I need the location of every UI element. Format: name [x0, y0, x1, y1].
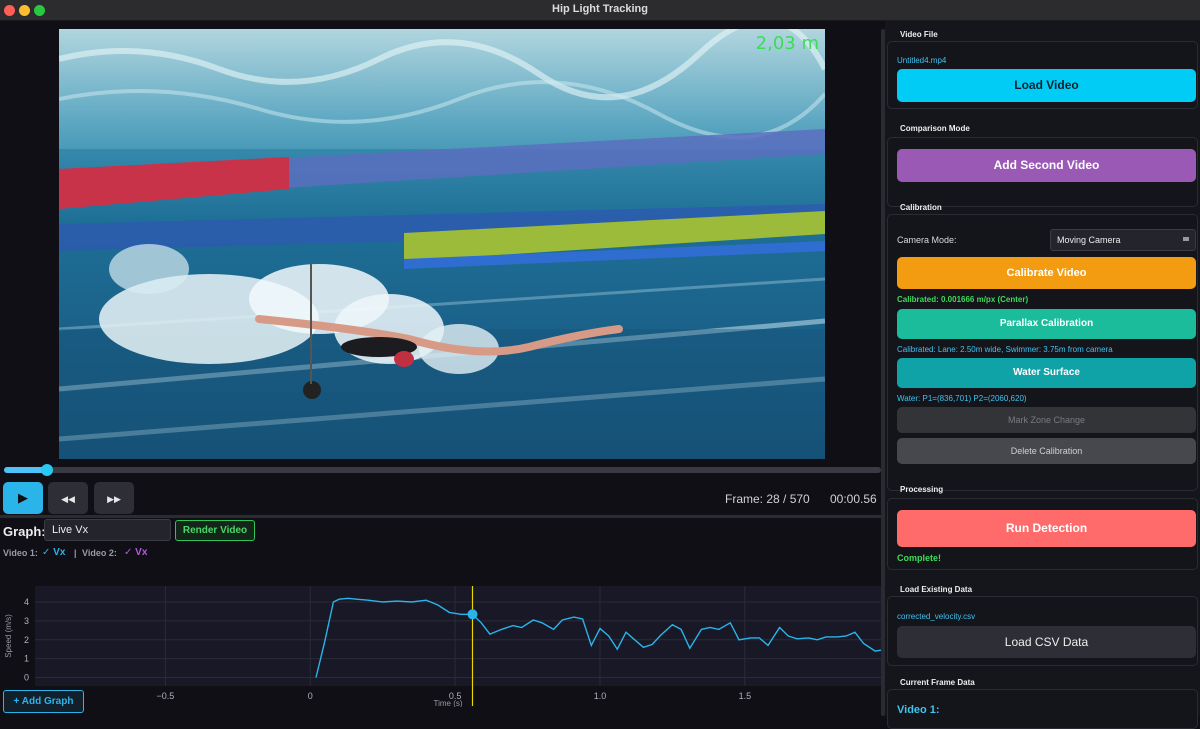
- video-workspace: 2,03 m ▶ ◀◀ ▶▶ Frame: 28 / 570 00:00.56 …: [0, 21, 884, 716]
- load-csv-button[interactable]: Load CSV Data: [897, 626, 1196, 658]
- processing-card: Run Detection Complete!: [887, 498, 1198, 570]
- parallax-status: Calibrated: Lane: 2.50m wide, Swimmer: 3…: [897, 345, 1113, 354]
- fast-forward-icon: ▶▶: [107, 494, 121, 504]
- comparison-card: Add Second Video: [887, 137, 1198, 207]
- y-axis-label: Speed (m/s): [4, 614, 13, 658]
- run-detection-button[interactable]: Run Detection: [897, 510, 1196, 547]
- control-panel: Video File Untitled4.mp4 Load Video Comp…: [885, 21, 1200, 729]
- camera-mode-select[interactable]: Moving Camera: [1050, 229, 1196, 251]
- speed-chart[interactable]: −0.5 0 0.5 1.0 1.501234Time (s)Speed (m/s): [3, 564, 881, 707]
- water-status: Water: P1=(836,701) P2=(2060,620): [897, 394, 1027, 403]
- video1-vx-checkbox[interactable]: ✓ Vx: [42, 547, 65, 558]
- load-video-button[interactable]: Load Video: [897, 69, 1196, 102]
- seek-bar-handle[interactable]: [40, 464, 53, 476]
- calibration-status: Calibrated: 0.001666 m/px (Center): [897, 295, 1029, 304]
- mark-zone-change-button[interactable]: Mark Zone Change: [897, 407, 1196, 433]
- timecode: 00:00.56: [830, 492, 877, 506]
- window-title: Hip Light Tracking: [552, 3, 648, 15]
- panel-divider[interactable]: [0, 515, 884, 518]
- seek-bar[interactable]: [4, 464, 881, 476]
- processing-status: Complete!: [897, 553, 942, 563]
- csv-filename: corrected_velocity.csv: [897, 612, 976, 621]
- fast-forward-button[interactable]: ▶▶: [94, 482, 134, 514]
- rewind-button[interactable]: ◀◀: [48, 482, 88, 514]
- frame-counter: Frame: 28 / 570: [725, 492, 810, 506]
- video2-vx-checkbox[interactable]: ✓ Vx: [124, 547, 147, 558]
- playhead-marker[interactable]: [467, 609, 478, 620]
- add-second-video-button[interactable]: Add Second Video: [897, 149, 1196, 182]
- delete-calibration-button[interactable]: Delete Calibration: [897, 438, 1196, 464]
- calibration-card: Camera Mode: Moving Camera Calibrate Vid…: [887, 214, 1198, 491]
- x-tick-label: −0.5: [156, 691, 174, 701]
- render-video-button[interactable]: Render Video: [175, 520, 255, 541]
- y-tick-label: 0: [24, 673, 29, 683]
- y-tick-label: 2: [24, 635, 29, 645]
- camera-mode-value: Moving Camera: [1057, 235, 1121, 245]
- water-surface-button[interactable]: Water Surface: [897, 358, 1196, 388]
- y-tick-label: 4: [24, 597, 29, 607]
- x-tick-label: 0: [308, 691, 313, 701]
- current-frame-card: Video 1:: [887, 689, 1198, 729]
- video-filename: Untitled4.mp4: [897, 56, 947, 65]
- y-tick-label: 1: [24, 654, 29, 664]
- calibrate-video-button[interactable]: Calibrate Video: [897, 257, 1196, 289]
- load-existing-header: Load Existing Data: [900, 585, 973, 594]
- legend-separator: |: [74, 548, 77, 558]
- add-graph-button[interactable]: + Add Graph: [3, 690, 84, 713]
- video-file-header: Video File: [900, 30, 938, 39]
- underwater-swimmer-image: [59, 29, 825, 459]
- dropdown-icon: [1183, 237, 1189, 241]
- graph-type-select[interactable]: Live Vx: [44, 519, 171, 541]
- processing-header: Processing: [900, 485, 944, 494]
- parallax-calibration-button[interactable]: Parallax Calibration: [897, 309, 1196, 339]
- current-video-label: Video 1:: [897, 704, 940, 716]
- x-tick-label: 1.0: [594, 691, 607, 701]
- graph-label: Graph:: [3, 524, 46, 539]
- video2-label: Video 2:: [82, 548, 117, 558]
- x-axis-label: Time (s): [433, 699, 462, 707]
- camera-mode-label: Camera Mode:: [897, 235, 957, 245]
- y-tick-label: 3: [24, 616, 29, 626]
- video-file-card: Untitled4.mp4 Load Video: [887, 41, 1198, 109]
- existing-data-card: corrected_velocity.csv Load CSV Data: [887, 596, 1198, 666]
- plot-area: [35, 586, 881, 686]
- play-button[interactable]: ▶: [3, 482, 43, 514]
- comparison-mode-header: Comparison Mode: [900, 124, 970, 133]
- video1-label: Video 1:: [3, 548, 38, 558]
- x-tick-label: 1.5: [739, 691, 752, 701]
- title-bar: Hip Light Tracking: [0, 0, 1200, 21]
- current-frame-header: Current Frame Data: [900, 678, 975, 687]
- video-frame[interactable]: 2,03 m: [59, 29, 825, 459]
- distance-overlay: 2,03 m: [755, 33, 819, 54]
- rewind-icon: ◀◀: [61, 494, 75, 504]
- calibration-header: Calibration: [900, 203, 942, 212]
- play-icon: ▶: [18, 490, 28, 505]
